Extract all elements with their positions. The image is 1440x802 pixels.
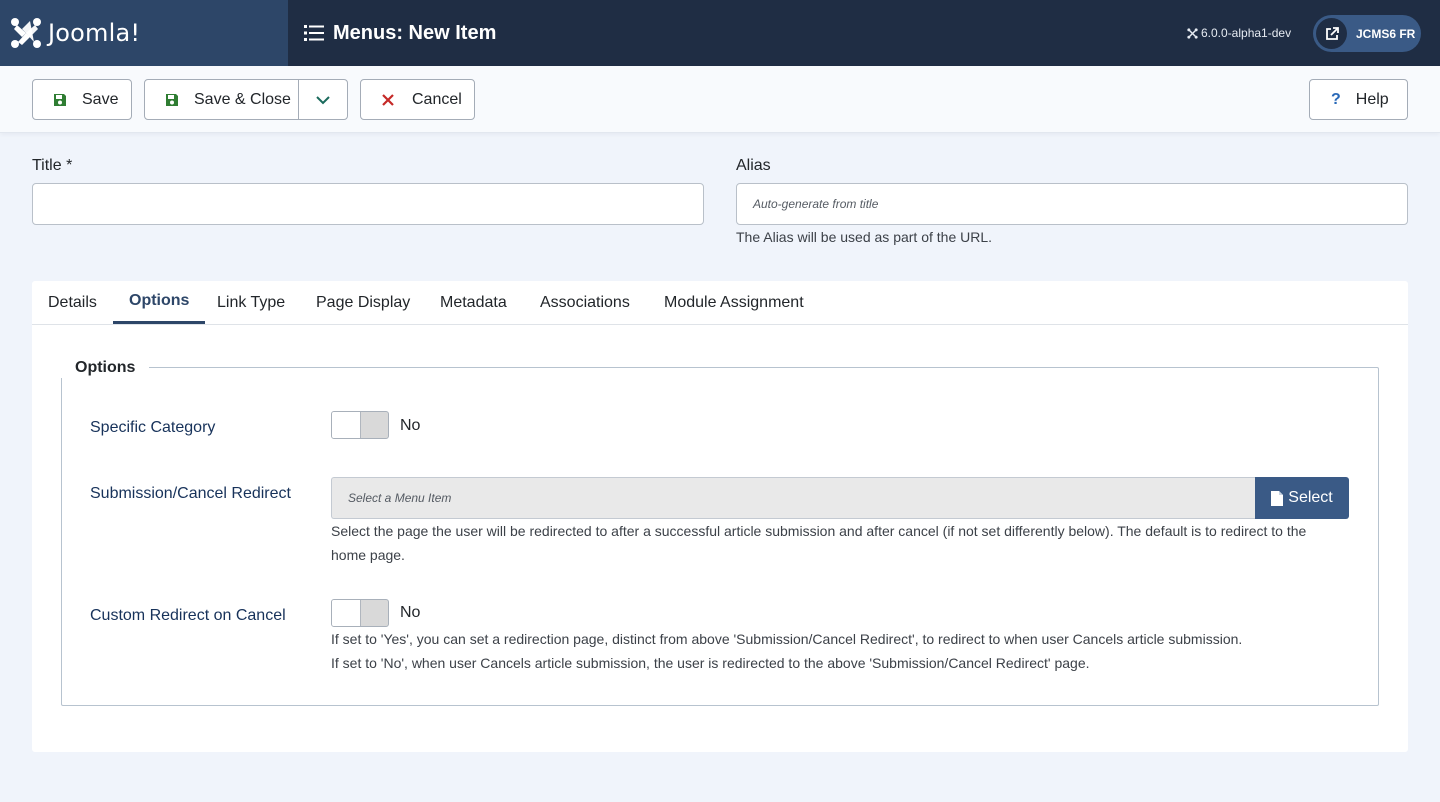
custom-redirect-label: Custom Redirect on Cancel <box>90 607 286 624</box>
alias-input[interactable]: Auto-generate from title <box>736 183 1408 225</box>
save-icon <box>166 93 178 106</box>
tab-link-type[interactable]: Link Type <box>217 281 285 324</box>
tab-metadata[interactable]: Metadata <box>440 281 507 324</box>
custom-redirect-value: No <box>400 604 421 621</box>
tab-associations[interactable]: Associations <box>540 281 630 324</box>
logo-text: Joomla! <box>48 19 141 47</box>
page-title-area: Menus: New Item <box>304 0 496 66</box>
page-title: Menus: New Item <box>333 21 497 44</box>
options-legend: Options <box>61 358 150 378</box>
save-close-label: Save & Close <box>194 90 291 108</box>
cancel-button[interactable]: Cancel <box>360 79 475 120</box>
specific-category-toggle[interactable] <box>331 411 389 439</box>
help-label: Help <box>1355 90 1389 108</box>
save-button[interactable]: Save <box>32 79 132 120</box>
redirect-description: Select the page the user will be redirec… <box>331 523 1307 563</box>
site-name: JCMS6 FR <box>1356 26 1416 41</box>
toggle-knob <box>332 600 361 626</box>
tab-options[interactable]: Options <box>113 281 206 324</box>
redirect-label: Submission/Cancel Redirect <box>90 485 291 502</box>
file-icon <box>1271 490 1284 506</box>
select-button-label: Select <box>1288 489 1333 506</box>
joomla-small-icon <box>1187 27 1198 39</box>
title-input[interactable] <box>32 183 704 225</box>
title-label: Title * <box>32 157 73 174</box>
save-close-button-group[interactable]: Save & Close <box>144 79 348 120</box>
external-link-icon <box>1325 26 1339 40</box>
chevron-down-icon[interactable] <box>315 93 331 107</box>
tab-module-assignment[interactable]: Module Assignment <box>664 281 804 324</box>
alias-hint: The Alias will be used as part of the UR… <box>736 229 993 245</box>
help-button[interactable]: ? Help <box>1309 79 1408 120</box>
custom-redirect-toggle[interactable] <box>331 599 389 627</box>
toolbar: Save Save & Close Cancel ? Help <box>0 66 1440 133</box>
save-icon <box>54 93 66 106</box>
joomla-logo-icon <box>11 18 41 48</box>
save-label: Save <box>82 90 119 108</box>
menu-item-input[interactable]: Select a Menu Item <box>331 477 1255 519</box>
tab-bar: Details Options Link Type Page Display M… <box>32 281 1408 325</box>
custom-redirect-description-no: If set to 'No', when user Cancels articl… <box>331 655 1090 671</box>
cancel-label: Cancel <box>412 90 462 108</box>
tab-page-display[interactable]: Page Display <box>316 281 410 324</box>
site-link-button[interactable]: JCMS6 FR <box>1313 15 1421 52</box>
version-text: 6.0.0-alpha1-dev <box>1201 26 1292 40</box>
list-icon <box>304 25 324 41</box>
close-icon <box>382 93 394 106</box>
app-header: Joomla! Menus: New Item 6.0.0-alpha1-dev <box>0 0 1440 66</box>
version-info: 6.0.0-alpha1-dev <box>1187 26 1291 40</box>
tab-details[interactable]: Details <box>48 281 97 324</box>
toggle-knob <box>332 412 361 438</box>
external-link-icon-wrap <box>1316 18 1347 49</box>
logo-area[interactable]: Joomla! <box>0 0 288 66</box>
alias-label: Alias <box>736 157 771 174</box>
specific-category-value: No <box>400 417 421 434</box>
specific-category-label: Specific Category <box>90 419 216 436</box>
select-menu-item-button[interactable]: Select <box>1255 477 1349 519</box>
custom-redirect-description-yes: If set to 'Yes', you can set a redirecti… <box>331 631 1243 647</box>
help-icon: ? <box>1331 90 1341 108</box>
button-divider <box>298 80 299 119</box>
